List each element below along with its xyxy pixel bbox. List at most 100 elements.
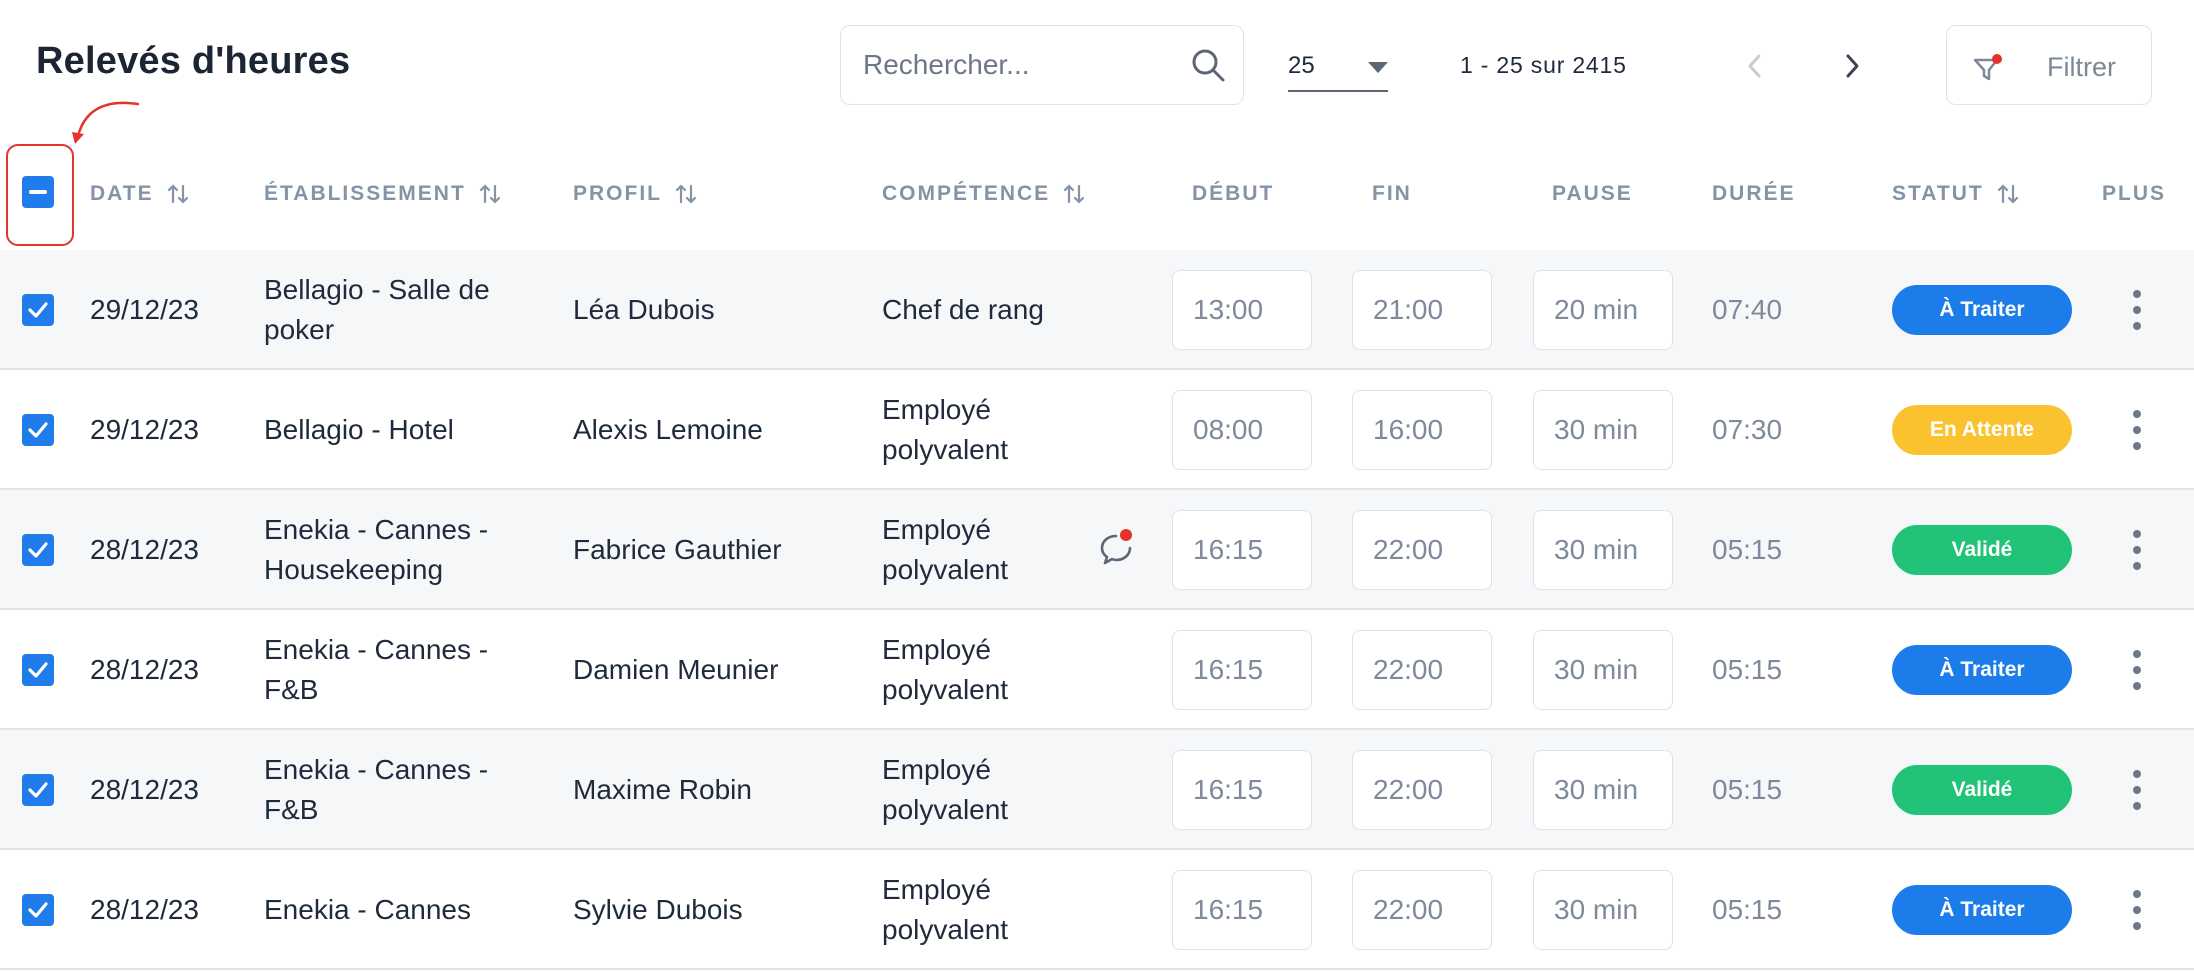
more-actions-button[interactable]: [2122, 286, 2152, 334]
debut-input[interactable]: 08:00: [1172, 390, 1312, 470]
search-input[interactable]: [863, 26, 1183, 103]
per-page-value: 25: [1288, 52, 1315, 79]
row-checkbox[interactable]: [22, 654, 54, 686]
debut-input[interactable]: 16:15: [1172, 510, 1312, 590]
cell-competence: Employé polyvalent: [882, 754, 1009, 825]
pause-input[interactable]: 30 min: [1533, 750, 1673, 830]
column-label: PLUS: [2102, 182, 2167, 205]
column-header-competence[interactable]: COMPÉTENCE: [882, 182, 1086, 206]
cell-duree: 05:15: [1712, 534, 1783, 565]
per-page-select[interactable]: 25: [1288, 40, 1388, 92]
column-header-date[interactable]: DATE: [90, 182, 190, 206]
column-label: STATUT: [1892, 182, 1984, 205]
status-badge[interactable]: En Attente: [1892, 405, 2072, 455]
dot-icon: [2133, 290, 2141, 298]
column-header-plus: PLUS: [2102, 182, 2166, 206]
cell-etablissement: Bellagio - Hotel: [264, 414, 454, 445]
pause-input[interactable]: 30 min: [1533, 870, 1673, 950]
cell-competence: Employé polyvalent: [882, 634, 1009, 705]
table-header: DATE ÉTABLISSEMENT PROFIL COMPÉTENCE DÉB…: [0, 150, 2194, 242]
dot-icon: [2133, 410, 2141, 418]
fin-input[interactable]: 22:00: [1352, 510, 1492, 590]
chevron-right-icon: [1846, 54, 1859, 78]
sort-icon: [1997, 184, 2018, 204]
column-header-fin: FIN: [1372, 182, 1412, 206]
debut-input[interactable]: 16:15: [1172, 630, 1312, 710]
debut-input[interactable]: 16:15: [1172, 870, 1312, 950]
checkmark-icon: [28, 302, 48, 318]
checkmark-icon: [28, 782, 48, 798]
sort-icon: [1064, 184, 1085, 204]
column-header-etablissement[interactable]: ÉTABLISSEMENT: [264, 182, 502, 206]
dot-icon: [2133, 562, 2141, 570]
column-label: DÉBUT: [1192, 182, 1275, 205]
dot-icon: [2133, 650, 2141, 658]
fin-input[interactable]: 22:00: [1352, 750, 1492, 830]
sort-icon: [167, 184, 188, 204]
row-checkbox[interactable]: [22, 894, 54, 926]
page-title: Relevés d'heures: [36, 40, 351, 82]
dot-icon: [2133, 442, 2141, 450]
cell-profil: Damien Meunier: [573, 654, 779, 685]
more-actions-button[interactable]: [2122, 766, 2152, 814]
row-checkbox[interactable]: [22, 534, 54, 566]
dot-icon: [2133, 890, 2141, 898]
status-badge[interactable]: À Traiter: [1892, 285, 2072, 335]
row-checkbox[interactable]: [22, 774, 54, 806]
search-icon[interactable]: [1189, 46, 1227, 84]
cell-duree: 05:15: [1712, 654, 1783, 685]
column-header-debut: DÉBUT: [1192, 182, 1274, 206]
annotation-highlight-box: [6, 144, 74, 246]
sort-icon: [675, 184, 697, 204]
column-header-profil[interactable]: PROFIL: [573, 182, 698, 206]
cell-duree: 07:30: [1712, 414, 1783, 445]
table-row: 29/12/23 Bellagio - Salle de poker Léa D…: [0, 250, 2194, 370]
debut-input[interactable]: 16:15: [1172, 750, 1312, 830]
column-label: COMPÉTENCE: [882, 182, 1051, 205]
comment-icon[interactable]: [1096, 526, 1136, 568]
status-badge[interactable]: Validé: [1892, 525, 2072, 575]
cell-etablissement: Enekia - Cannes - F&B: [264, 754, 489, 825]
dot-icon: [2133, 682, 2141, 690]
table-row: 28/12/23 Enekia - Cannes - F&B Damien Me…: [0, 610, 2194, 730]
cell-competence: Employé polyvalent: [882, 514, 1009, 585]
more-actions-button[interactable]: [2122, 886, 2152, 934]
cell-date: 29/12/23: [90, 414, 199, 445]
debut-input[interactable]: 13:00: [1172, 270, 1312, 350]
fin-input[interactable]: 16:00: [1352, 390, 1492, 470]
more-actions-button[interactable]: [2122, 526, 2152, 574]
column-label: DURÉE: [1712, 182, 1796, 205]
pause-input[interactable]: 20 min: [1533, 270, 1673, 350]
fin-input[interactable]: 22:00: [1352, 870, 1492, 950]
row-checkbox[interactable]: [22, 294, 54, 326]
dot-icon: [2133, 802, 2141, 810]
fin-input[interactable]: 22:00: [1352, 630, 1492, 710]
column-label: PAUSE: [1552, 182, 1633, 205]
more-actions-button[interactable]: [2122, 406, 2152, 454]
cell-date: 28/12/23: [90, 654, 199, 685]
column-label: FIN: [1372, 182, 1412, 205]
status-badge[interactable]: Validé: [1892, 765, 2072, 815]
fin-input[interactable]: 21:00: [1352, 270, 1492, 350]
cell-date: 28/12/23: [90, 534, 199, 565]
column-header-statut[interactable]: STATUT: [1892, 182, 2020, 206]
search-box[interactable]: [840, 25, 1244, 105]
pause-input[interactable]: 30 min: [1533, 630, 1673, 710]
row-checkbox[interactable]: [22, 414, 54, 446]
cell-etablissement: Enekia - Cannes: [264, 894, 472, 925]
cell-etablissement: Bellagio - Salle de poker: [264, 274, 490, 345]
cell-profil: Fabrice Gauthier: [573, 534, 782, 565]
filter-button[interactable]: Filtrer: [1946, 25, 2152, 105]
pause-input[interactable]: 30 min: [1533, 510, 1673, 590]
column-label: PROFIL: [573, 182, 662, 205]
checkmark-icon: [28, 542, 48, 558]
dot-icon: [2133, 322, 2141, 330]
status-badge[interactable]: À Traiter: [1892, 885, 2072, 935]
pause-input[interactable]: 30 min: [1533, 390, 1673, 470]
cell-profil: Sylvie Dubois: [573, 894, 743, 925]
dot-icon: [2133, 426, 2141, 434]
more-actions-button[interactable]: [2122, 646, 2152, 694]
status-badge[interactable]: À Traiter: [1892, 645, 2072, 695]
next-page-button[interactable]: [1832, 46, 1872, 86]
previous-page-button[interactable]: [1735, 46, 1775, 86]
